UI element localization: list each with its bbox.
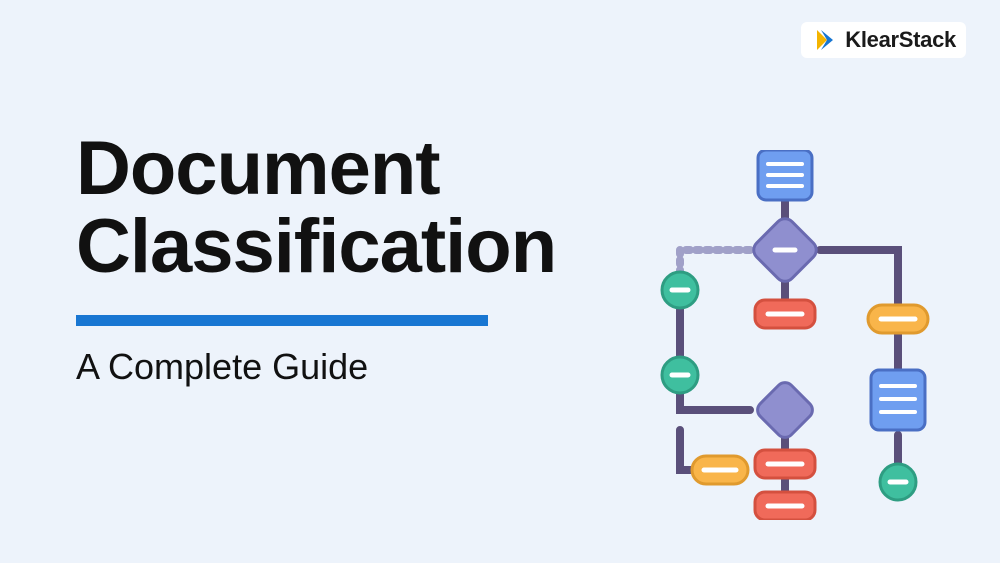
brand-icon bbox=[811, 26, 839, 54]
title-line-2: Classification bbox=[76, 204, 556, 289]
doc-node-top bbox=[758, 150, 812, 200]
title-divider bbox=[76, 315, 488, 326]
brand-logo: KlearStack bbox=[801, 22, 966, 58]
main-content: Document Classification A Complete Guide bbox=[76, 130, 616, 388]
page-subtitle: A Complete Guide bbox=[76, 346, 616, 388]
title-line-1: Document bbox=[76, 126, 440, 211]
flowchart-illustration bbox=[630, 150, 940, 520]
page-title: Document Classification bbox=[76, 130, 616, 285]
brand-name: KlearStack bbox=[845, 27, 956, 53]
